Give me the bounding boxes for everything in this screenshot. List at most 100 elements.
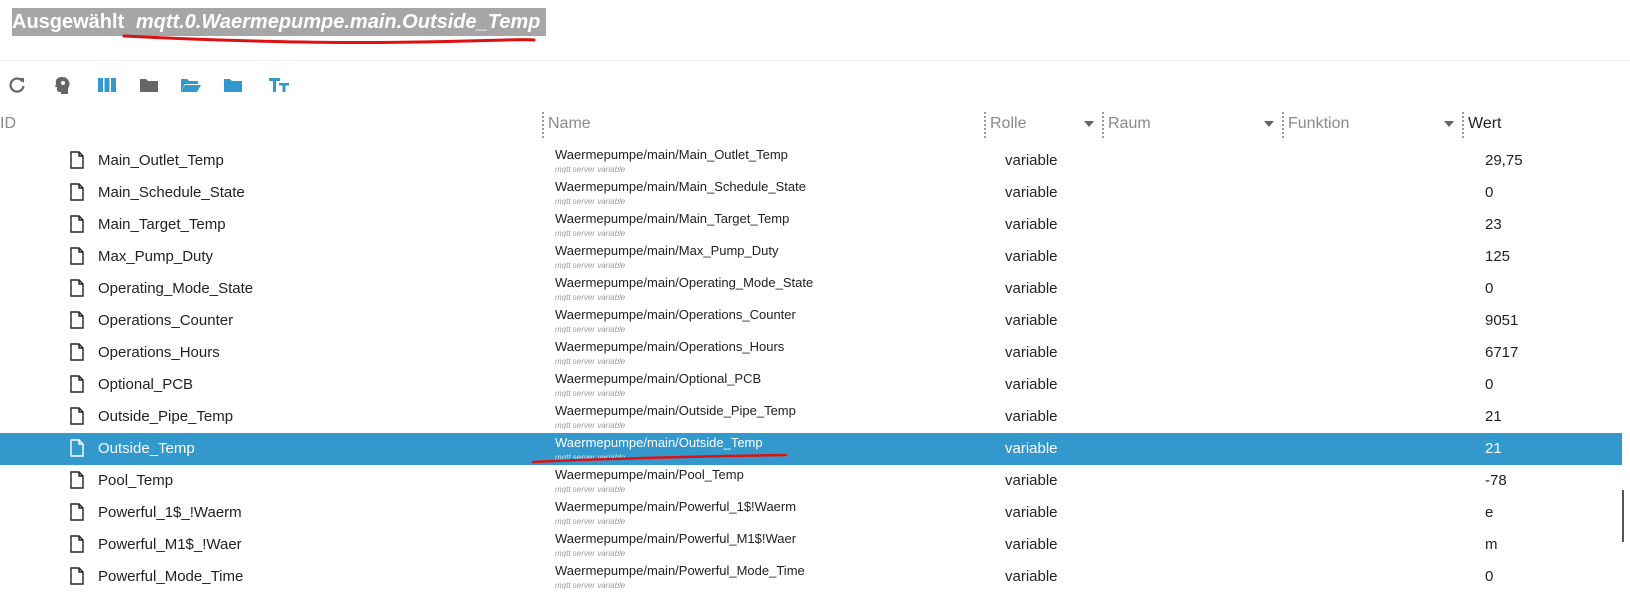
role-filter-dropdown-icon[interactable]: [1084, 121, 1094, 127]
toolbar: [0, 68, 400, 102]
expand-all-button[interactable]: [176, 68, 206, 102]
row-id: Max_Pump_Duty: [98, 248, 214, 265]
file-icon: [70, 215, 84, 233]
row-id: Powerful_1$_!Waerm: [98, 504, 242, 521]
row-id: Powerful_M1$_!Waer: [98, 536, 242, 553]
file-icon: [70, 311, 84, 329]
column-header-function[interactable]: Funktion: [1288, 108, 1349, 140]
scrollbar[interactable]: [1622, 490, 1624, 542]
row-role: variable: [1005, 344, 1058, 361]
table-row[interactable]: Main_Target_Temp Waermepumpe/main/Main_T…: [0, 209, 1622, 241]
row-description: mqtt server variable: [555, 421, 626, 430]
row-role: variable: [1005, 472, 1058, 489]
row-value[interactable]: 0: [1485, 568, 1493, 585]
row-value[interactable]: -78: [1485, 472, 1507, 489]
table-row[interactable]: Outside_Pipe_Temp Waermepumpe/main/Outsi…: [0, 401, 1622, 433]
column-header-room[interactable]: Raum: [1108, 108, 1151, 140]
row-description: mqtt server variable: [555, 453, 626, 462]
row-description: mqtt server variable: [555, 165, 626, 174]
folder-button[interactable]: [134, 68, 164, 102]
column-divider[interactable]: [984, 112, 986, 138]
column-divider[interactable]: [1462, 112, 1464, 138]
collapse-all-button[interactable]: [218, 68, 248, 102]
file-icon: [70, 535, 84, 553]
text-size-button[interactable]: [264, 68, 294, 102]
row-value[interactable]: 0: [1485, 184, 1493, 201]
table-row[interactable]: Powerful_1$_!Waerm Waermepumpe/main/Powe…: [0, 497, 1622, 529]
table-row[interactable]: Operating_Mode_State Waermepumpe/main/Op…: [0, 273, 1622, 305]
row-id: Operating_Mode_State: [98, 280, 254, 297]
row-value[interactable]: 21: [1485, 440, 1502, 457]
file-icon: [70, 279, 84, 297]
expert-mode-button[interactable]: [48, 68, 78, 102]
folder-blue-icon: [224, 79, 242, 92]
text-size-icon: [269, 78, 289, 92]
row-role: variable: [1005, 408, 1058, 425]
row-role: variable: [1005, 504, 1058, 521]
row-value[interactable]: 125: [1485, 248, 1510, 265]
row-id: Pool_Temp: [98, 472, 174, 489]
row-name: Waermepumpe/main/Optional_PCB: [555, 371, 762, 386]
column-divider[interactable]: [1282, 112, 1284, 138]
row-id: Main_Outlet_Temp: [98, 152, 224, 169]
header: Ausgewählt mqtt.0.Waermepumpe.main.Outsi…: [0, 0, 1630, 61]
row-value[interactable]: 0: [1485, 280, 1493, 297]
columns-button[interactable]: [92, 68, 122, 102]
table-row[interactable]: Powerful_M1$_!Waer Waermepumpe/main/Powe…: [0, 529, 1622, 561]
row-id: Operations_Hours: [98, 344, 220, 361]
room-filter-dropdown-icon[interactable]: [1264, 121, 1274, 127]
row-role: variable: [1005, 312, 1058, 329]
table-row[interactable]: Main_Outlet_Temp Waermepumpe/main/Main_O…: [0, 145, 1622, 177]
column-divider[interactable]: [1102, 112, 1104, 138]
row-role: variable: [1005, 216, 1058, 233]
table-row[interactable]: Powerful_Mode_Time Waermepumpe/main/Powe…: [0, 561, 1622, 593]
row-description: mqtt server variable: [555, 517, 626, 526]
row-description: mqtt server variable: [555, 229, 626, 238]
columns-icon: [98, 78, 116, 92]
row-value[interactable]: 23: [1485, 216, 1502, 233]
table-row[interactable]: Optional_PCB Waermepumpe/main/Optional_P…: [0, 369, 1622, 401]
column-header-role[interactable]: Rolle: [990, 108, 1026, 140]
row-name: Waermepumpe/main/Operations_Hours: [555, 339, 785, 354]
file-icon: [70, 247, 84, 265]
row-role: variable: [1005, 536, 1058, 553]
file-icon: [70, 375, 84, 393]
function-filter-dropdown-icon[interactable]: [1444, 121, 1454, 127]
file-icon: [70, 407, 84, 425]
row-name: Waermepumpe/main/Powerful_Mode_Time: [555, 563, 805, 578]
row-name: Waermepumpe/main/Powerful_M1$!Waer: [555, 531, 797, 546]
refresh-button[interactable]: [2, 68, 32, 102]
row-value[interactable]: m: [1485, 536, 1498, 553]
row-description: mqtt server variable: [555, 261, 626, 270]
row-value[interactable]: 0: [1485, 376, 1493, 393]
table-row[interactable]: Operations_Hours Waermepumpe/main/Operat…: [0, 337, 1622, 369]
selected-label-text: Ausgewählt: [12, 11, 125, 33]
file-icon: [70, 503, 84, 521]
row-value[interactable]: 9051: [1485, 312, 1518, 329]
file-icon: [70, 183, 84, 201]
expert-mode-icon: [55, 77, 70, 94]
row-name: Waermepumpe/main/Outside_Pipe_Temp: [555, 403, 796, 418]
table-row[interactable]: Max_Pump_Duty Waermepumpe/main/Max_Pump_…: [0, 241, 1622, 273]
row-value[interactable]: 29,75: [1485, 152, 1523, 169]
table-row[interactable]: Operations_Counter Waermepumpe/main/Oper…: [0, 305, 1622, 337]
selected-object-label: Ausgewählt mqtt.0.Waermepumpe.main.Outsi…: [12, 8, 547, 36]
row-role: variable: [1005, 568, 1058, 585]
refresh-icon: [9, 77, 25, 93]
table-row[interactable]: Main_Schedule_State Waermepumpe/main/Mai…: [0, 177, 1622, 209]
row-role: variable: [1005, 280, 1058, 297]
column-header-name[interactable]: Name: [548, 108, 591, 140]
row-description: mqtt server variable: [555, 389, 626, 398]
row-value[interactable]: 21: [1485, 408, 1502, 425]
row-value[interactable]: e: [1485, 504, 1493, 521]
row-id: Operations_Counter: [98, 312, 234, 329]
table-row-selected[interactable]: Outside_Temp Waermepumpe/main/Outside_Te…: [0, 433, 1622, 465]
row-name: Waermepumpe/main/Outside_Temp: [555, 435, 763, 450]
row-value[interactable]: 6717: [1485, 344, 1518, 361]
table-row[interactable]: Pool_Temp Waermepumpe/main/Pool_Temp mqt…: [0, 465, 1622, 497]
row-role: variable: [1005, 248, 1058, 265]
column-divider[interactable]: [542, 112, 544, 138]
column-header-id[interactable]: ID: [0, 108, 16, 140]
row-name: Waermepumpe/main/Operations_Counter: [555, 307, 796, 322]
column-header-value[interactable]: Wert: [1468, 108, 1501, 140]
